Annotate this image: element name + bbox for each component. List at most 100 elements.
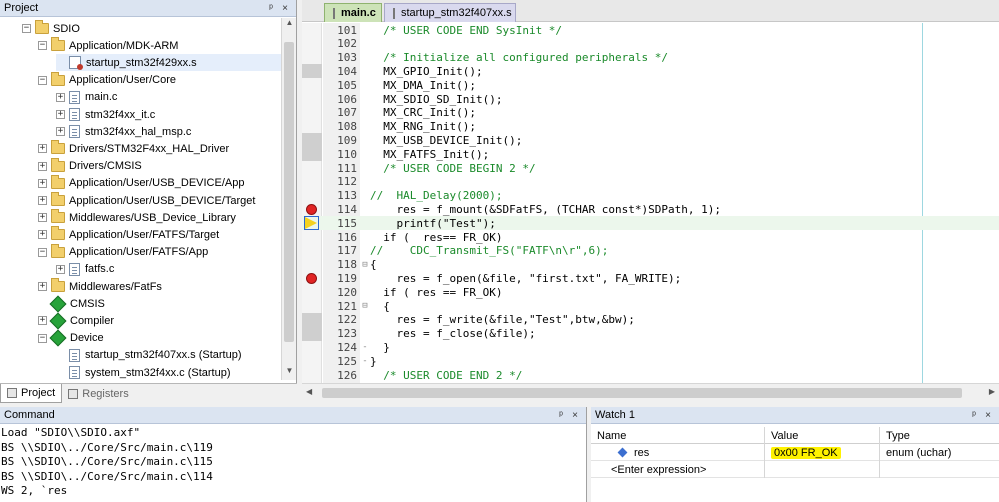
code-line[interactable]: 109 MX_USB_DEVICE_Init(); <box>302 133 999 147</box>
expand-icon[interactable]: + <box>38 230 47 240</box>
code-line[interactable]: 112 <box>302 175 999 189</box>
watch-value-cell[interactable]: 0x00 FR_OK <box>765 444 880 461</box>
collapse-icon[interactable]: − <box>38 41 47 51</box>
code-line[interactable]: 114 res = f_mount(&SDFatFS, (TCHAR const… <box>302 202 999 216</box>
watch-row-res[interactable]: res 0x00 FR_OK enum (uchar) <box>591 444 999 461</box>
tree-item[interactable]: system_stm32f4xx.c (Startup) <box>56 364 282 380</box>
fold-icon[interactable]: - <box>360 356 370 366</box>
tree-item[interactable]: + Middlewares/FatFs <box>38 278 282 295</box>
tree-item[interactable]: − SDIO <box>22 20 282 37</box>
expand-icon[interactable]: + <box>56 264 65 274</box>
close-icon[interactable]: × <box>981 410 995 421</box>
code-line[interactable]: 107 MX_CRC_Init(); <box>302 106 999 120</box>
tree-item[interactable]: − Application/User/Core <box>38 71 282 89</box>
pin-icon[interactable]: ᵖ <box>967 410 981 421</box>
enter-expression-cell[interactable]: <Enter expression> <box>591 461 765 478</box>
code-line[interactable]: 115 printf("Test"); <box>302 216 999 231</box>
code-line[interactable]: 103 /* Initialize all configured periphe… <box>302 51 999 65</box>
tree-item[interactable]: + Drivers/CMSIS <box>38 157 282 175</box>
code-line[interactable]: 123 res = f_close(&file); <box>302 327 999 341</box>
code-line[interactable]: 111 /* USER CODE BEGIN 2 */ <box>302 161 999 175</box>
tree-item[interactable]: + fatfs.c <box>56 261 282 278</box>
watch-header-value[interactable]: Value <box>765 427 880 444</box>
code-line[interactable]: 122 res = f_write(&file,"Test",btw,&bw); <box>302 313 999 327</box>
tree-item[interactable]: + Compiler <box>38 312 282 330</box>
collapse-icon[interactable]: − <box>38 247 47 257</box>
project-scrollbar[interactable]: ▲ ▼ <box>281 18 296 380</box>
code-line[interactable]: 110 MX_FATFS_Init(); <box>302 147 999 161</box>
code-line[interactable]: 104 MX_GPIO_Init(); <box>302 64 999 78</box>
breakpoint-icon[interactable] <box>306 273 317 285</box>
code-line[interactable]: 101 /* USER CODE END SysInit */ <box>302 23 999 37</box>
code-line[interactable]: 113 // HAL_Delay(2000); <box>302 189 999 203</box>
code-line[interactable]: 106 MX_SDIO_SD_Init(); <box>302 92 999 106</box>
fold-icon[interactable]: ⊟ <box>360 260 370 270</box>
expand-icon[interactable]: + <box>38 213 47 223</box>
expand-icon[interactable]: + <box>38 196 47 205</box>
watch-row-enter-expression[interactable]: <Enter expression> <box>591 461 999 478</box>
tab-main-c[interactable]: main.c <box>324 3 382 22</box>
hscroll-thumb[interactable] <box>322 388 962 398</box>
close-icon[interactable]: × <box>568 410 582 421</box>
expand-icon[interactable]: + <box>56 110 65 119</box>
expand-icon[interactable]: + <box>38 282 47 291</box>
code-line[interactable]: 120 if ( res == FR_OK) <box>302 285 999 299</box>
expand-icon[interactable]: + <box>38 316 47 326</box>
code-line[interactable]: 117 // CDC_Transmit_FS("FATF\n\r",6); <box>302 244 999 258</box>
command-output[interactable]: Load "SDIO\\SDIO.axf" BS \\SDIO\../Core/S… <box>0 424 586 501</box>
tree-item[interactable]: + Application/User/USB_DEVICE/Target <box>38 192 282 209</box>
code-line[interactable]: 108 MX_RNG_Init(); <box>302 120 999 134</box>
expand-icon[interactable]: + <box>38 161 47 171</box>
code-area[interactable]: 101 /* USER CODE END SysInit */102 103 /*… <box>302 23 999 383</box>
code-line[interactable]: 118 ⊟{ <box>302 258 999 272</box>
tree-item[interactable]: + main.c <box>56 89 282 106</box>
tree-item[interactable]: + Application/User/USB_DEVICE/App <box>38 174 282 192</box>
expand-icon[interactable]: + <box>38 144 47 154</box>
code-line[interactable]: 102 <box>302 37 999 51</box>
tree-item[interactable]: − Application/MDK-ARM <box>38 37 282 54</box>
tab-registers[interactable]: Registers <box>62 384 134 403</box>
tree-item[interactable]: + stm32f4xx_hal_msp.c <box>56 123 282 140</box>
code-line[interactable]: 124- } <box>302 340 999 354</box>
tree-item[interactable]: + Application/User/FATFS/Target <box>38 226 282 243</box>
scroll-thumb[interactable] <box>284 42 294 342</box>
collapse-icon[interactable]: − <box>38 75 47 85</box>
scroll-right-icon[interactable]: ▶ <box>989 387 995 396</box>
empty-value-cell <box>765 461 880 478</box>
tree-item[interactable]: + Drivers/STM32F4xx_HAL_Driver <box>38 140 282 157</box>
tab-startup-s[interactable]: startup_stm32f407xx.s <box>384 3 516 22</box>
code-line[interactable]: 105 MX_DMA_Init(); <box>302 78 999 92</box>
tree-item[interactable]: startup_stm32f429xx.s <box>56 54 282 72</box>
code-line[interactable]: 119 res = f_open(&file, "first.txt", FA_… <box>302 271 999 285</box>
collapse-icon[interactable]: − <box>22 24 31 33</box>
tree-item[interactable]: + Middlewares/USB_Device_Library <box>38 209 282 226</box>
tree-item[interactable]: startup_stm32f407xx.s (Startup) <box>56 347 282 364</box>
tree-item[interactable]: + stm32f4xx_it.c <box>56 106 282 123</box>
code-line[interactable]: 116 if ( res== FR_OK) <box>302 230 999 244</box>
code-line[interactable]: 126 /* USER CODE END 2 */ <box>302 368 999 382</box>
scroll-up-icon[interactable]: ▲ <box>282 18 297 32</box>
tree-item[interactable]: − Device <box>38 329 282 347</box>
tree-item[interactable]: CMSIS <box>38 295 282 313</box>
expand-icon[interactable]: + <box>38 178 47 188</box>
scroll-left-icon[interactable]: ◀ <box>306 387 312 396</box>
expand-icon[interactable]: + <box>56 92 65 102</box>
pin-icon[interactable]: ᵖ <box>264 3 278 14</box>
tree-item[interactable]: − Application/User/FATFS/App <box>38 243 282 261</box>
close-icon[interactable]: × <box>278 3 292 14</box>
watch-header-type[interactable]: Type <box>880 427 999 444</box>
folder-icon <box>51 37 65 52</box>
collapse-icon[interactable]: − <box>38 333 47 343</box>
watch-type-cell: enum (uchar) <box>886 446 952 459</box>
code-line[interactable]: 121 ⊟ { <box>302 299 999 313</box>
editor-hscrollbar[interactable]: ◀ ▶ <box>302 383 999 403</box>
tab-project[interactable]: Project <box>0 384 63 403</box>
pin-icon[interactable]: ᵖ <box>554 410 568 421</box>
breakpoint-icon[interactable] <box>306 204 317 216</box>
fold-icon[interactable]: ⊟ <box>360 301 370 311</box>
watch-header-name[interactable]: Name <box>591 427 765 444</box>
fold-icon[interactable]: - <box>360 342 370 352</box>
scroll-down-icon[interactable]: ▼ <box>282 366 297 380</box>
expand-icon[interactable]: + <box>56 127 65 137</box>
code-line[interactable]: 125-} <box>302 354 999 368</box>
